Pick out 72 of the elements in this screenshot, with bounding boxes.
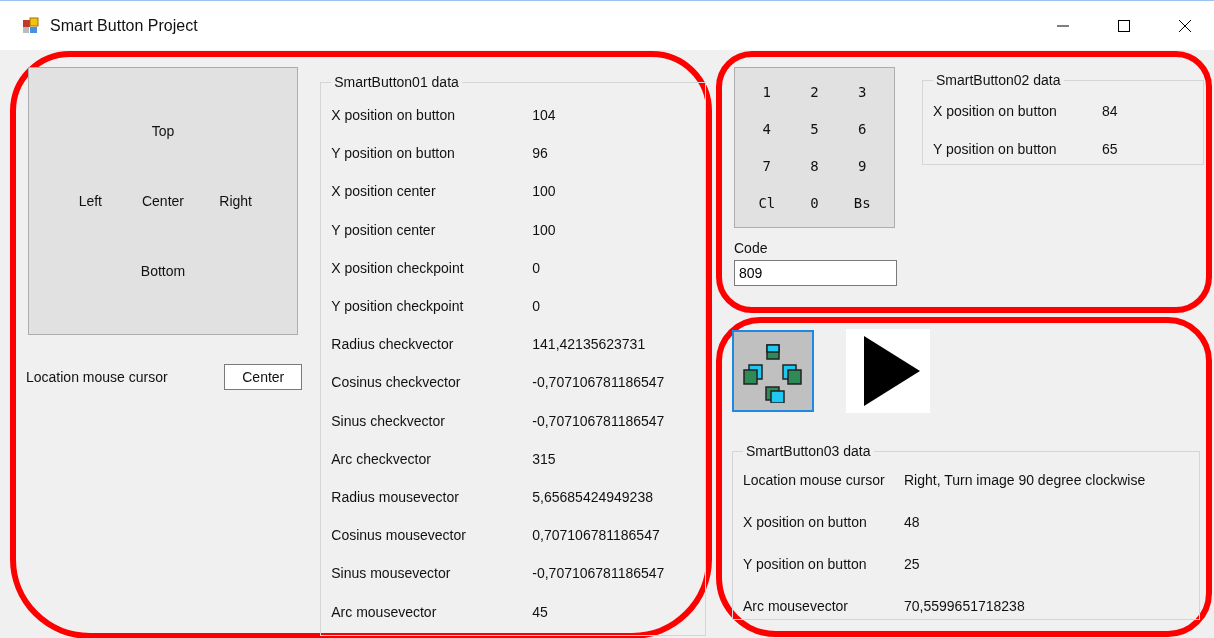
data-label: Y position on button xyxy=(743,556,868,572)
region-label: Center xyxy=(140,193,185,209)
play-icon xyxy=(864,336,920,406)
data-value: 96 xyxy=(532,145,548,162)
location-label: Location mouse cursor xyxy=(26,369,168,385)
region-label: Left xyxy=(77,193,103,209)
smart-button[interactable]: Top Left Center Right Bottom xyxy=(28,67,298,335)
keypad-key[interactable]: 9 xyxy=(838,157,886,174)
location-value: Center xyxy=(224,364,303,390)
data-label: X position on button xyxy=(743,514,868,530)
data-label: X position on button xyxy=(933,103,1058,119)
keypad-key[interactable]: 4 xyxy=(743,121,791,138)
data-label: Radius checkvector xyxy=(331,336,455,353)
data-label: Cosinus mousevector xyxy=(331,527,467,544)
data-value: 48 xyxy=(904,514,920,530)
data-label: Arc mousevector xyxy=(331,603,438,620)
data-value: 315 xyxy=(532,450,556,467)
app-icon xyxy=(22,16,40,35)
data-label: X position on button xyxy=(331,107,457,124)
data-value: -0,707106781186547 xyxy=(532,374,665,391)
data-label: Y position center xyxy=(331,221,437,238)
data-value: 70,5599651718238 xyxy=(904,598,1025,614)
data-value: 104 xyxy=(532,107,556,124)
code-label: Code xyxy=(734,240,769,256)
data-value: -0,707106781186547 xyxy=(532,412,665,429)
keypad-key[interactable]: 0 xyxy=(790,194,839,211)
image-button[interactable] xyxy=(732,330,814,412)
data-value: Right, Turn image 90 degree clockwise xyxy=(904,472,1146,488)
data-value: 0 xyxy=(532,298,541,315)
data-label: Y position on button xyxy=(331,145,456,162)
data-label: X position center xyxy=(331,183,437,200)
data-value: 65 xyxy=(1102,141,1118,157)
region-label: Right xyxy=(218,193,253,209)
keypad-key[interactable]: 5 xyxy=(790,121,839,138)
data-value: -0,707106781186547 xyxy=(532,565,665,582)
data-label: Y position checkpoint xyxy=(331,298,465,315)
group-title: SmartButton03 data xyxy=(745,443,872,459)
data-value: 45 xyxy=(532,603,548,620)
region-label: Bottom xyxy=(139,263,187,279)
data-value: 5,65685424949238 xyxy=(532,488,653,505)
group-title: SmartButton02 data xyxy=(935,72,1062,88)
data-value: 84 xyxy=(1102,103,1118,119)
keypad-key[interactable]: 7 xyxy=(743,157,791,174)
keypad-key[interactable]: 2 xyxy=(790,84,839,101)
group-title: SmartButton01 data xyxy=(333,74,460,90)
keypad-key[interactable]: 1 xyxy=(743,84,791,101)
keypad-key[interactable]: 8 xyxy=(790,157,839,174)
window-title: Smart Button Project xyxy=(50,16,198,35)
play-button[interactable] xyxy=(846,329,930,413)
keypad-key[interactable]: Cl xyxy=(743,194,791,211)
keypad-key[interactable]: 3 xyxy=(838,84,886,101)
data-label: Sinus checkvector xyxy=(331,412,446,429)
data-label: Arc checkvector xyxy=(331,450,432,467)
data-label: Cosinus checkvector xyxy=(331,374,462,391)
data-label: Sinus mousevector xyxy=(331,565,452,582)
data-value: 100 xyxy=(532,221,556,238)
data-label: Y position on button xyxy=(933,141,1058,157)
close-icon[interactable] xyxy=(1178,18,1192,33)
data-value: 0 xyxy=(532,259,541,276)
keypad-key[interactable]: Bs xyxy=(838,194,886,211)
code-field[interactable]: 809 xyxy=(734,260,897,286)
data-value: 100 xyxy=(532,183,556,200)
data-label: X position checkpoint xyxy=(331,259,465,276)
keypad-key[interactable]: 6 xyxy=(838,121,886,138)
data-value: 0,707106781186547 xyxy=(532,527,660,544)
region-label: Top xyxy=(150,123,176,139)
data-value: 25 xyxy=(904,556,920,572)
data-value: 141,42135623731 xyxy=(532,336,646,353)
data-label: Arc mousevector xyxy=(743,598,850,614)
data-label: Location mouse cursor xyxy=(743,472,886,488)
data-label: Radius mousevector xyxy=(331,488,460,505)
maximize-icon[interactable] xyxy=(1117,18,1131,33)
